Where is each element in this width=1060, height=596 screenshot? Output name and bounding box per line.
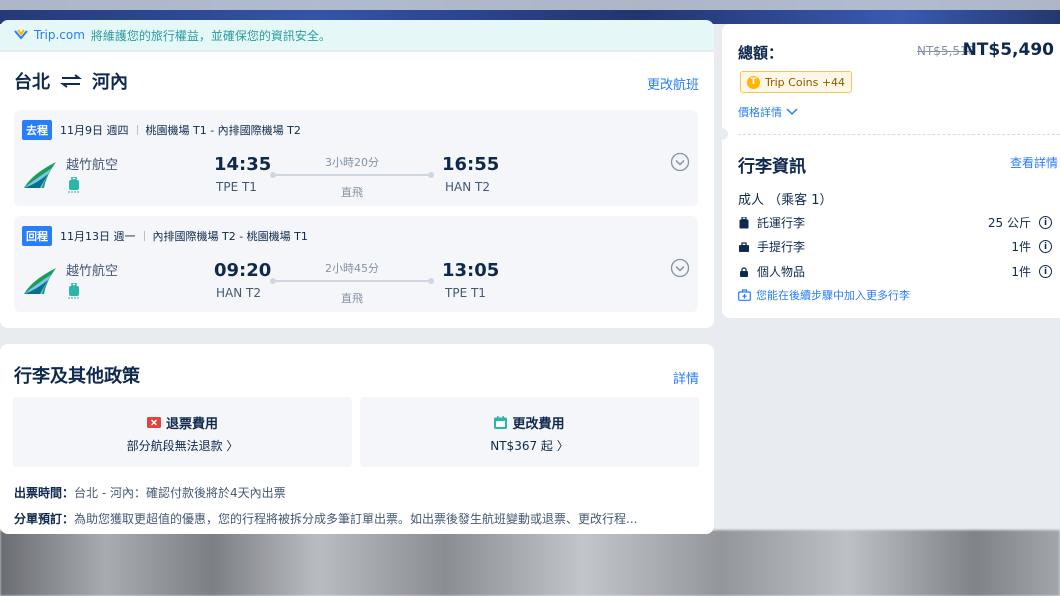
flight-duration: 3小時20分 — [325, 156, 379, 169]
divider — [143, 231, 145, 241]
suitcase-icon — [739, 216, 749, 228]
personal-item-icon — [740, 266, 748, 277]
refund-fee-title: 退票費用 — [165, 417, 218, 432]
baggage-name: 個人物品 — [757, 265, 806, 279]
route-origin: 台北 — [14, 72, 50, 93]
baggage-value: 1件 — [1011, 265, 1031, 279]
price-detail-toggle[interactable]: 價格詳情 — [738, 104, 798, 120]
flight-card: 台北 河內 更改航班 去程 11月9日 週四 桃園機場 T1 - 內排國際機場 … — [0, 52, 714, 328]
baggage-row-personal: 個人物品 1件 i — [738, 263, 1052, 280]
total-label: 總額： — [738, 44, 784, 62]
info-icon[interactable]: i — [1039, 240, 1052, 253]
split-text: 為助您獲取更超值的優惠，您的行程將被拆分成多筆訂單出票。如出票後發生航班變動或退… — [74, 512, 638, 526]
policy-detail-link[interactable]: 詳情 — [673, 368, 699, 387]
leg-airports: 桃園機場 T1 - 內排國際機場 T2 — [145, 124, 301, 137]
ticket-cancel-icon — [146, 417, 161, 428]
policy-card: 行李及其他政策 詳情 退票費用 部分航段無法退款 〉 更改費用 NT$367 起… — [0, 344, 714, 534]
split-label: 分單預訂： — [14, 512, 75, 526]
arrival-airport: TPE T1 — [445, 286, 486, 300]
baggage-name: 手提行李 — [757, 240, 806, 254]
change-flight-link[interactable]: 更改航班 — [647, 74, 699, 93]
leg-airports: 內排國際機場 T2 - 桃園機場 T1 — [152, 230, 308, 243]
airline-logo-icon — [24, 162, 56, 188]
trip-coins-text: Trip Coins +44 — [765, 75, 846, 89]
add-baggage-note: 您能在後續步驟中加入更多行李 — [738, 287, 910, 303]
flight-duration: 2小時45分 — [325, 262, 379, 275]
ticketing-text: 台北 - 河內：確認付款後將於4天內出票 — [74, 486, 286, 500]
leg-tag: 回程 — [22, 226, 52, 246]
background-bottom-blur — [0, 530, 1060, 596]
refund-fee-header: 退票費用 — [13, 413, 352, 432]
arrival-time: 16:55 — [442, 154, 500, 175]
change-fee-sub: NT$367 起 〉 — [490, 439, 569, 453]
notice-brand: Trip.com — [34, 28, 85, 42]
add-baggage-text: 您能在後續步驟中加入更多行李 — [756, 289, 910, 302]
leg-header: 去程 11月9日 週四 桃園機場 T1 - 內排國際機場 T2 — [22, 120, 301, 140]
info-icon[interactable]: i — [1039, 216, 1052, 229]
stops-label: 直飛 — [341, 186, 363, 199]
ticketing-time: 出票時間：台北 - 河內：確認付款後將於4天內出票 — [14, 484, 704, 501]
arrival-time: 13:05 — [442, 260, 500, 281]
passenger-type: 成人 （乘客 1） — [738, 193, 833, 208]
leg-date: 11月9日 週四 — [60, 124, 129, 137]
route-line — [270, 172, 434, 178]
baggage-row-carry-on: 手提行李 1件 i — [738, 238, 1052, 255]
baggage-included-icon[interactable] — [67, 283, 81, 299]
refund-fee-box[interactable]: 退票費用 部分航段無法退款 〉 — [13, 397, 352, 467]
airline-name: 越竹航空 — [66, 158, 119, 173]
carry-on-icon — [739, 241, 749, 252]
shield-check-icon — [14, 29, 28, 40]
luggage-add-icon — [738, 289, 751, 301]
refund-fee-sub: 部分航段無法退款 〉 — [126, 439, 239, 453]
departure-time: 14:35 — [214, 154, 272, 175]
chevron-down-icon — [786, 108, 798, 116]
ticketing-label: 出票時間： — [14, 486, 75, 500]
coin-icon: T — [747, 75, 760, 89]
calendar-icon — [494, 416, 508, 429]
chevron-down-icon[interactable] — [670, 258, 690, 278]
trip-coins-badge: T Trip Coins +44 — [740, 71, 853, 93]
swap-arrows-icon — [60, 74, 82, 88]
split-booking: 分單預訂：為助您獲取更超值的優惠，您的行程將被拆分成多筆訂單出票。如出票後發生航… — [14, 510, 704, 527]
baggage-row-checked: 託運行李 25 公斤 i — [738, 214, 1052, 231]
outbound-leg: 去程 11月9日 週四 桃園機場 T1 - 內排國際機場 T2 越竹航空 14:… — [14, 110, 698, 206]
route-destination: 河內 — [92, 72, 128, 93]
baggage-included-icon[interactable] — [67, 177, 81, 193]
price-summary-card: 總額： NT$5,510 NT$5,490 T Trip Coins +44 價… — [716, 24, 1060, 318]
chevron-down-icon[interactable] — [670, 152, 690, 172]
stops-label: 直飛 — [341, 292, 363, 305]
security-notice: Trip.com 將維護您的旅行權益，並確保您的資訊安全。 — [0, 20, 714, 50]
airline-logo-icon — [24, 268, 56, 294]
notice-text: 將維護您的旅行權益，並確保您的資訊安全。 — [90, 28, 331, 43]
departure-airport: TPE T1 — [216, 180, 257, 194]
price-detail-label: 價格詳情 — [738, 106, 782, 119]
info-icon[interactable]: i — [1039, 265, 1052, 278]
divider — [136, 125, 138, 135]
baggage-title: 行李資訊 — [738, 157, 806, 177]
baggage-name: 託運行李 — [757, 216, 806, 230]
change-fee-box[interactable]: 更改費用 NT$367 起 〉 — [360, 397, 699, 467]
baggage-value: 25 公斤 — [987, 216, 1031, 230]
baggage-view-link[interactable]: 查看詳情 — [1010, 154, 1058, 171]
route-title: 台北 河內 — [14, 68, 128, 94]
route-line — [270, 278, 434, 284]
leg-tag: 去程 — [22, 120, 52, 140]
change-fee-header: 更改費用 — [360, 413, 699, 432]
departure-time: 09:20 — [214, 260, 272, 281]
change-fee-title: 更改費用 — [512, 417, 565, 432]
policy-title: 行李及其他政策 — [14, 366, 140, 387]
dashed-divider — [738, 134, 1060, 135]
leg-date: 11月13日 週一 — [60, 230, 136, 243]
return-leg: 回程 11月13日 週一 內排國際機場 T2 - 桃園機場 T1 越竹航空 09… — [14, 216, 698, 312]
arrival-airport: HAN T2 — [445, 180, 490, 194]
total-price: NT$5,490 — [962, 40, 1054, 60]
airline-name: 越竹航空 — [66, 264, 119, 279]
departure-airport: HAN T2 — [216, 286, 261, 300]
leg-header: 回程 11月13日 週一 內排國際機場 T2 - 桃園機場 T1 — [22, 226, 308, 246]
baggage-value: 1件 — [1011, 240, 1031, 254]
ticket-notch — [716, 128, 728, 140]
